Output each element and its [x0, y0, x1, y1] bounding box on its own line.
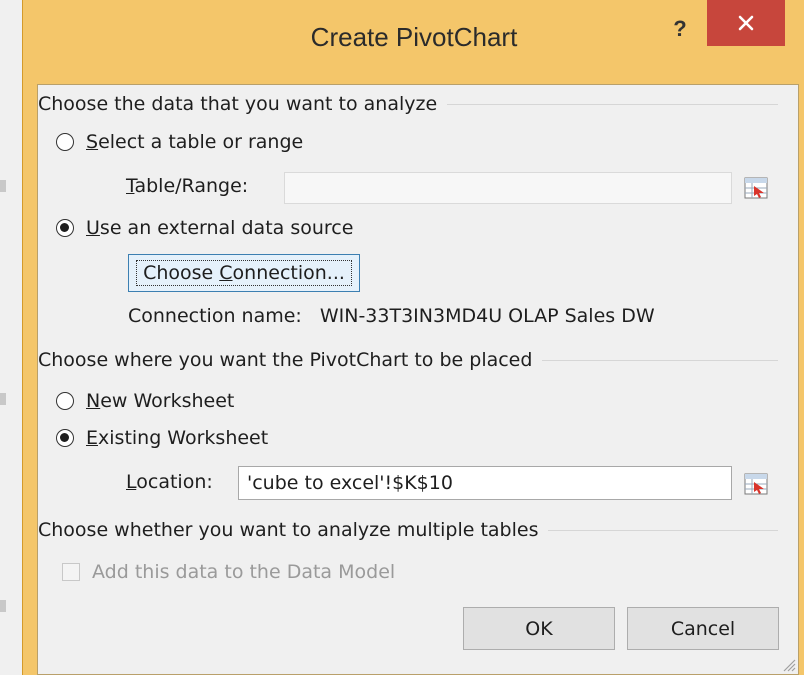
cancel-button[interactable]: Cancel	[627, 607, 779, 650]
data-model-label: Add this data to the Data Model	[92, 561, 396, 583]
divider	[542, 359, 778, 361]
data-model-checkbox[interactable]	[62, 563, 80, 581]
select-table-option[interactable]: Select a table or range	[56, 131, 303, 153]
ok-button[interactable]: OK	[463, 607, 615, 650]
dialog-body: Choose the data that you want to analyze…	[37, 84, 799, 675]
table-range-label: Table/Range:	[126, 175, 249, 197]
table-range-picker-button[interactable]	[741, 175, 771, 201]
choose-connection-label: Choose Connection...	[136, 260, 352, 286]
title-bar[interactable]: Create PivotChart ?	[23, 0, 804, 84]
section-heading-text: Choose the data that you want to analyze	[38, 93, 438, 115]
connection-name-label: Connection name:	[128, 305, 302, 327]
location-picker-button[interactable]	[741, 471, 771, 497]
external-source-option[interactable]: Use an external data source	[56, 217, 353, 239]
edge-mark	[0, 393, 6, 405]
select-table-label: Select a table or range	[86, 131, 304, 153]
section-heading-text: Choose whether you want to analyze multi…	[38, 519, 539, 541]
external-source-radio[interactable]	[56, 219, 74, 237]
location-input[interactable]: 'cube to excel'!$K$10	[238, 466, 732, 500]
range-picker-icon	[744, 177, 768, 199]
existing-worksheet-label: Existing Worksheet	[86, 427, 269, 449]
edge-mark	[0, 600, 6, 612]
choose-connection-button[interactable]: Choose Connection...	[128, 254, 360, 292]
divider	[548, 529, 778, 531]
placement-section-heading: Choose where you want the PivotChart to …	[38, 345, 778, 375]
connection-name-value: WIN-33T3IN3MD4U OLAP Sales DW	[319, 305, 655, 327]
select-table-radio[interactable]	[56, 133, 74, 151]
section-heading-text: Choose where you want the PivotChart to …	[38, 349, 533, 371]
new-worksheet-option[interactable]: New Worksheet	[56, 390, 234, 412]
external-source-label: Use an external data source	[86, 217, 354, 239]
close-icon	[738, 15, 754, 31]
divider	[447, 103, 778, 105]
background-edge	[0, 0, 22, 675]
help-button[interactable]: ?	[665, 16, 695, 48]
data-model-option[interactable]: Add this data to the Data Model	[62, 561, 395, 583]
location-label: Location:	[126, 471, 213, 493]
existing-worksheet-radio[interactable]	[56, 429, 74, 447]
range-picker-icon	[744, 473, 768, 495]
data-section-heading: Choose the data that you want to analyze	[38, 89, 778, 119]
multi-table-section-heading: Choose whether you want to analyze multi…	[38, 515, 778, 545]
resize-grip-icon[interactable]	[780, 656, 796, 672]
table-range-input[interactable]	[284, 172, 732, 204]
connection-info: Connection name: WIN-33T3IN3MD4U OLAP Sa…	[128, 305, 655, 327]
close-button[interactable]	[707, 0, 785, 46]
new-worksheet-radio[interactable]	[56, 392, 74, 410]
create-pivotchart-dialog: Create PivotChart ? Choose the data that…	[22, 0, 804, 675]
edge-mark	[0, 180, 6, 192]
existing-worksheet-option[interactable]: Existing Worksheet	[56, 427, 268, 449]
new-worksheet-label: New Worksheet	[86, 390, 235, 412]
